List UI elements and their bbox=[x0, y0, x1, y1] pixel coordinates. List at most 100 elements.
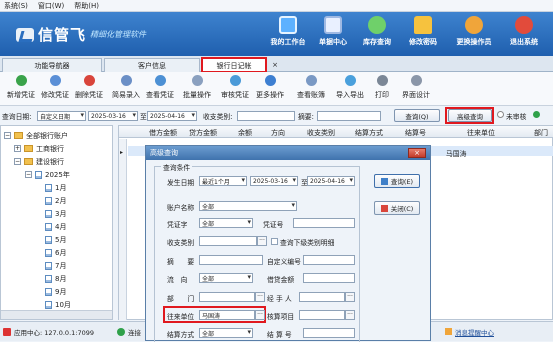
tree-item-month[interactable]: 6月 bbox=[45, 247, 66, 258]
col-settle-no[interactable]: 结算号 bbox=[405, 128, 426, 138]
add-voucher-button[interactable]: 新增凭证 bbox=[4, 75, 38, 103]
sub-category-checkbox[interactable] bbox=[271, 238, 278, 245]
approve-voucher-button[interactable]: 审核凭证 bbox=[218, 75, 252, 103]
tab-bank-journal[interactable]: 银行日记帐 bbox=[201, 57, 267, 73]
print-icon bbox=[376, 75, 388, 86]
nav-label: 修改密码 bbox=[409, 38, 437, 46]
ellipsis-icon[interactable]: ··· bbox=[345, 310, 355, 320]
ellipsis-icon[interactable]: ··· bbox=[257, 236, 267, 246]
tree-item-month[interactable]: 7月 bbox=[45, 260, 66, 271]
account-select[interactable]: 全部 bbox=[199, 201, 297, 211]
delete-voucher-button[interactable]: 删除凭证 bbox=[72, 75, 106, 103]
custom-no-field[interactable] bbox=[303, 255, 355, 265]
tree-label: 1月 bbox=[55, 183, 67, 192]
handler-field[interactable] bbox=[299, 292, 345, 302]
nav-doc-center[interactable]: 单据中心 bbox=[311, 14, 355, 54]
summary-field[interactable] bbox=[199, 255, 263, 265]
date-to-field[interactable]: 2025-04-16 bbox=[307, 176, 355, 186]
dialog-query-button[interactable]: 查询(E) bbox=[374, 174, 420, 188]
more-operations-button[interactable]: 更多操作 bbox=[253, 75, 287, 103]
tree-item-month[interactable]: 3月 bbox=[45, 208, 66, 219]
calendar-icon bbox=[45, 287, 52, 296]
voucher-no-field[interactable] bbox=[293, 218, 355, 228]
advanced-query-button[interactable]: 高级查询 bbox=[448, 109, 492, 122]
dialog-close-btn[interactable]: 关闭(C) bbox=[374, 201, 420, 215]
col-direction[interactable]: 方向 bbox=[271, 128, 285, 138]
summary-field[interactable] bbox=[317, 111, 381, 121]
menu-bar: 系统(S) 窗口(W) 帮助(H) bbox=[0, 0, 553, 12]
collapse-icon[interactable]: − bbox=[14, 158, 21, 165]
collapse-icon[interactable]: − bbox=[4, 132, 11, 139]
settle-select[interactable]: 全部 bbox=[199, 328, 253, 338]
adv-label: 高级查询 bbox=[457, 112, 483, 121]
radio-icon[interactable] bbox=[497, 111, 504, 118]
nav-change-password[interactable]: 修改密码 bbox=[401, 14, 445, 54]
tree-item-icbc[interactable]: + 工商银行 bbox=[14, 143, 64, 154]
col-partner[interactable]: 往来单位 bbox=[467, 128, 495, 138]
settle-no-field[interactable] bbox=[303, 328, 355, 338]
expand-icon[interactable]: + bbox=[14, 145, 21, 152]
nav-my-desk[interactable]: 我的工作台 bbox=[266, 14, 310, 54]
menu-help[interactable]: 帮助(H) bbox=[74, 1, 99, 11]
message-center-link[interactable]: 消息提醒中心 bbox=[455, 327, 494, 337]
collapse-icon[interactable]: − bbox=[25, 171, 32, 178]
voucher-type-select[interactable]: 全部 bbox=[199, 218, 253, 228]
col-dept[interactable]: 部门 bbox=[534, 128, 548, 138]
import-export-button[interactable]: 导入导出 bbox=[333, 75, 367, 103]
category-field[interactable] bbox=[237, 111, 295, 121]
tab-function-nav[interactable]: 功能导航器 bbox=[2, 58, 102, 72]
tree-label: 5月 bbox=[55, 235, 67, 244]
tree-item-month[interactable]: 2月 bbox=[45, 195, 66, 206]
flow-select[interactable]: 全部 bbox=[199, 273, 253, 283]
print-button[interactable]: 打印 bbox=[370, 75, 394, 103]
date-to-field[interactable]: 2025-04-16 bbox=[147, 111, 197, 121]
tab-label: 客户信息 bbox=[138, 61, 166, 70]
tree-item-month[interactable]: 4月 bbox=[45, 221, 66, 232]
tree-item-month[interactable]: 8月 bbox=[45, 273, 66, 284]
ellipsis-icon[interactable]: ··· bbox=[255, 292, 265, 302]
ui-design-button[interactable]: 界面设计 bbox=[399, 75, 433, 103]
tree-item-month[interactable]: 5月 bbox=[45, 234, 66, 245]
ellipsis-icon[interactable]: ··· bbox=[345, 292, 355, 302]
nav-inventory[interactable]: 库存查询 bbox=[355, 14, 399, 54]
nav-switch-operator[interactable]: 更换操作员 bbox=[452, 14, 496, 54]
query-button[interactable]: 查询(Q) bbox=[394, 109, 440, 122]
view-voucher-button[interactable]: 查看凭证 bbox=[143, 75, 177, 103]
col-settle[interactable]: 结算方式 bbox=[355, 128, 383, 138]
tab-customer-info[interactable]: 客户信息 bbox=[104, 58, 200, 72]
menu-system[interactable]: 系统(S) bbox=[4, 1, 28, 11]
tree-label: 8月 bbox=[55, 274, 67, 283]
date-mode-select[interactable]: 自定义日期 bbox=[37, 111, 86, 121]
col-debit[interactable]: 借方金额 bbox=[149, 128, 177, 138]
server-status: 应用中心: 127.0.0.1:7099 bbox=[14, 328, 94, 337]
tree-item-month[interactable]: 10月 bbox=[45, 299, 71, 310]
nav-exit[interactable]: 退出系统 bbox=[502, 14, 546, 54]
tree-root[interactable]: − 全部银行账户 bbox=[4, 130, 68, 141]
category-field[interactable] bbox=[199, 236, 257, 246]
ellipsis-icon[interactable]: ··· bbox=[255, 310, 265, 320]
col-credit[interactable]: 贷方金额 bbox=[189, 128, 217, 138]
date-range-select[interactable]: 最近1个月 bbox=[199, 176, 247, 186]
menu-window[interactable]: 窗口(W) bbox=[38, 1, 64, 11]
tree-item-month[interactable]: 9月 bbox=[45, 286, 66, 297]
view-ledger-button[interactable]: 查看账簿 bbox=[294, 75, 328, 103]
dialog-close-button[interactable]: × bbox=[408, 148, 426, 158]
tree-item-ccb[interactable]: − 建设银行 bbox=[14, 156, 64, 167]
project-field[interactable] bbox=[299, 310, 345, 320]
edit-icon bbox=[49, 75, 61, 86]
col-balance[interactable]: 余额 bbox=[238, 128, 252, 138]
radio-selected-icon[interactable] bbox=[533, 111, 540, 118]
edit-voucher-button[interactable]: 修改凭证 bbox=[38, 75, 72, 103]
partner-field[interactable]: 马国涛 bbox=[199, 310, 255, 320]
tab-close-icon[interactable]: × bbox=[268, 58, 282, 72]
batch-operation-button[interactable]: 批量操作 bbox=[180, 75, 214, 103]
tree-item-year[interactable]: − 2025年 bbox=[25, 169, 70, 180]
quick-entry-button[interactable]: 简易录入 bbox=[109, 75, 143, 103]
tree-item-month[interactable]: 1月 bbox=[45, 182, 66, 193]
date-from-field[interactable]: 2025-03-16 bbox=[250, 176, 298, 186]
tree-scrollbar[interactable] bbox=[1, 310, 112, 319]
col-category[interactable]: 收支类别 bbox=[307, 128, 335, 138]
dept-field[interactable] bbox=[199, 292, 255, 302]
date-from-field[interactable]: 2025-03-16 bbox=[88, 111, 138, 121]
amount-field[interactable] bbox=[303, 273, 355, 283]
